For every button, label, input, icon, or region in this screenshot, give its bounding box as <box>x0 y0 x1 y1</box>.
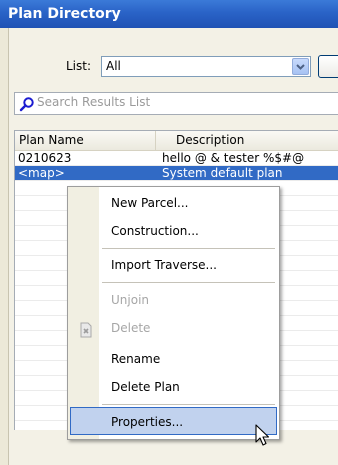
search-input[interactable] <box>37 95 337 109</box>
list-filter-value: All <box>106 59 121 73</box>
window-title: Plan Directory <box>8 6 121 22</box>
context-menu: New Parcel... Construction... Import Tra… <box>67 186 280 440</box>
menu-item-delete: Delete <box>70 314 277 342</box>
menu-item-unjoin: Unjoin <box>70 286 277 314</box>
menu-item-delete-plan[interactable]: Delete Plan <box>70 373 277 401</box>
search-icon <box>19 96 35 115</box>
chevron-down-icon[interactable] <box>292 58 309 75</box>
search-field[interactable] <box>14 92 338 115</box>
description-cell: System default plan <box>162 166 283 180</box>
menu-item-label: Delete <box>111 321 151 335</box>
menu-item-import-traverse[interactable]: Import Traverse... <box>70 251 277 279</box>
menu-item-label: Delete Plan <box>111 380 180 394</box>
description-cell: hello @ & tester %$#@ <box>162 151 305 165</box>
plan-name-cell: <map> <box>18 166 65 180</box>
menu-item-new-parcel[interactable]: New Parcel... <box>70 189 277 217</box>
menu-item-label: Rename <box>111 352 161 366</box>
menu-item-label: Properties... <box>111 415 184 429</box>
list-filter-dropdown[interactable]: All <box>101 56 311 77</box>
menu-item-label: Construction... <box>111 224 199 238</box>
mouse-pointer-icon <box>255 424 271 451</box>
plan-name-cell: 0210623 <box>18 151 72 165</box>
menu-item-construction[interactable]: Construction... <box>70 217 277 245</box>
menu-item-label: Unjoin <box>111 293 150 307</box>
column-header-description[interactable]: Description <box>156 131 338 150</box>
menu-item-rename[interactable]: Rename <box>70 345 277 373</box>
column-header-plan-name[interactable]: Plan Name <box>15 131 156 150</box>
table-header: Plan Name Description <box>15 131 338 151</box>
menu-item-label: New Parcel... <box>111 196 189 210</box>
menu-separator <box>102 404 275 405</box>
menu-item-properties[interactable]: Properties... <box>70 407 277 435</box>
list-filter-label: List: <box>66 59 92 73</box>
menu-separator <box>102 248 275 249</box>
delete-icon <box>78 320 94 348</box>
table-row-selected[interactable]: <map> System default plan <box>15 166 338 181</box>
table-row[interactable]: 0210623 hello @ & tester %$#@ <box>15 151 338 166</box>
menu-item-label: Import Traverse... <box>111 258 217 272</box>
list-action-button[interactable] <box>318 55 338 78</box>
menu-separator <box>102 282 275 283</box>
window-title-bar[interactable]: Plan Directory <box>0 0 338 28</box>
